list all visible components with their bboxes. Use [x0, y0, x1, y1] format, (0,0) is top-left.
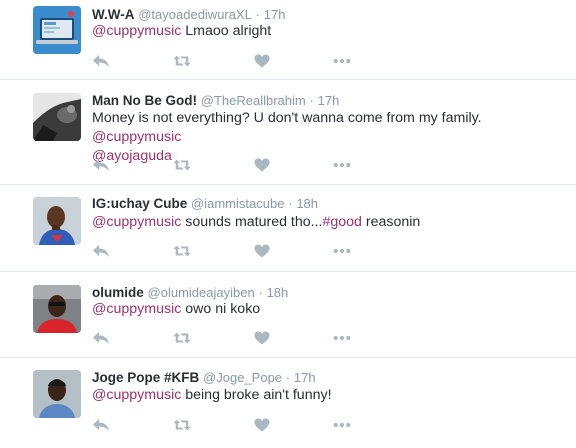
- reply-icon[interactable]: [92, 157, 110, 173]
- timestamp[interactable]: 17h: [294, 370, 316, 385]
- reply-icon[interactable]: [92, 417, 110, 433]
- avatar[interactable]: [33, 285, 81, 333]
- tweet-actions: [92, 243, 362, 259]
- tweet-item[interactable]: Man No Be God! @TheReallbrahim · 17h Mon…: [0, 80, 576, 185]
- user-handle[interactable]: @olumideajayiben: [148, 285, 255, 300]
- tweet-body: sounds matured tho...: [181, 214, 323, 230]
- display-name[interactable]: IG:uchay Cube: [92, 196, 187, 211]
- tweet-body: being broke ain't funny!: [181, 387, 332, 403]
- reply-icon[interactable]: [92, 330, 110, 346]
- display-name[interactable]: W.W-A: [92, 7, 134, 22]
- timestamp[interactable]: 17h: [318, 93, 340, 108]
- tweet-actions: [92, 417, 362, 433]
- more-icon[interactable]: [333, 53, 351, 69]
- tweet-item[interactable]: Joge Pope #KFB @Joge_Pope · 17h @cuppymu…: [0, 358, 576, 448]
- more-icon[interactable]: [333, 330, 351, 346]
- separator-dot: ·: [255, 7, 260, 22]
- like-icon[interactable]: [253, 417, 271, 433]
- tweet-text: @cuppymusic sounds matured tho...#good r…: [92, 213, 570, 232]
- display-name[interactable]: Man No Be God!: [92, 93, 197, 108]
- like-icon[interactable]: [253, 157, 271, 173]
- avatar[interactable]: [33, 370, 81, 418]
- retweet-icon[interactable]: [173, 417, 191, 433]
- mention-link[interactable]: @cuppymusic: [92, 387, 181, 403]
- tweet-body: owo ni koko: [181, 301, 261, 317]
- tweet-text: @cuppymusic being broke ain't funny!: [92, 386, 570, 405]
- reply-icon[interactable]: [92, 53, 110, 69]
- hashtag-link[interactable]: #good: [322, 214, 361, 230]
- user-handle[interactable]: @tayoadediwuraXL: [138, 7, 252, 22]
- more-icon[interactable]: [333, 243, 351, 259]
- avatar[interactable]: [33, 6, 81, 54]
- tweet-body: Lmaoo alright: [181, 23, 272, 39]
- like-icon[interactable]: [253, 330, 271, 346]
- tweet-actions: [92, 157, 362, 173]
- more-icon[interactable]: [333, 417, 351, 433]
- avatar[interactable]: [33, 197, 81, 245]
- tweet-item[interactable]: olumide @olumideajayiben · 18h @cuppymus…: [0, 272, 576, 358]
- tweet-text: @cuppymusic Lmaoo alright: [92, 22, 570, 41]
- display-name[interactable]: olumide: [92, 285, 144, 300]
- tweet-text: @cuppymusic owo ni koko: [92, 300, 570, 319]
- retweet-icon[interactable]: [173, 157, 191, 173]
- mention-link[interactable]: @cuppymusic: [92, 214, 181, 230]
- retweet-icon[interactable]: [173, 243, 191, 259]
- tweet-body: Money is not everything? U don't wanna c…: [92, 110, 482, 126]
- tweet-header: Man No Be God! @TheReallbrahim · 17h: [92, 92, 339, 110]
- user-handle[interactable]: @iammistacube: [191, 196, 284, 211]
- reply-icon[interactable]: [92, 243, 110, 259]
- tweet-header: Joge Pope #KFB @Joge_Pope · 17h: [92, 369, 316, 387]
- separator-dot: ·: [285, 370, 291, 385]
- user-handle[interactable]: @Joge_Pope: [203, 370, 282, 385]
- timestamp[interactable]: 18h: [296, 196, 318, 211]
- like-icon[interactable]: [253, 243, 271, 259]
- avatar[interactable]: [33, 93, 81, 141]
- tweet-item[interactable]: IG:uchay Cube @iammistacube · 18h @cuppy…: [0, 185, 576, 272]
- tweet-body-end: reasonin: [361, 214, 421, 230]
- display-name[interactable]: Joge Pope #KFB: [92, 370, 199, 385]
- tweet-item[interactable]: W.W-A @tayoadediwuraXL · 17h @cuppymusic…: [0, 0, 576, 80]
- timestamp[interactable]: 17h: [264, 7, 286, 22]
- mention-link[interactable]: @cuppymusic: [92, 301, 181, 317]
- more-icon[interactable]: [333, 157, 351, 173]
- user-handle[interactable]: @TheReallbrahim: [201, 93, 306, 108]
- tweet-actions: [92, 330, 362, 346]
- separator-dot: ·: [309, 93, 314, 108]
- mention-link[interactable]: @cuppymusic: [92, 129, 181, 145]
- timestamp[interactable]: 18h: [267, 285, 289, 300]
- retweet-icon[interactable]: [173, 330, 191, 346]
- separator-dot: ·: [288, 196, 293, 211]
- separator-dot: ·: [258, 285, 263, 300]
- tweet-header: IG:uchay Cube @iammistacube · 18h: [92, 195, 318, 213]
- mention-link[interactable]: @cuppymusic: [92, 23, 181, 39]
- like-icon[interactable]: [253, 53, 271, 69]
- retweet-icon[interactable]: [173, 53, 191, 69]
- tweet-actions: [92, 53, 362, 69]
